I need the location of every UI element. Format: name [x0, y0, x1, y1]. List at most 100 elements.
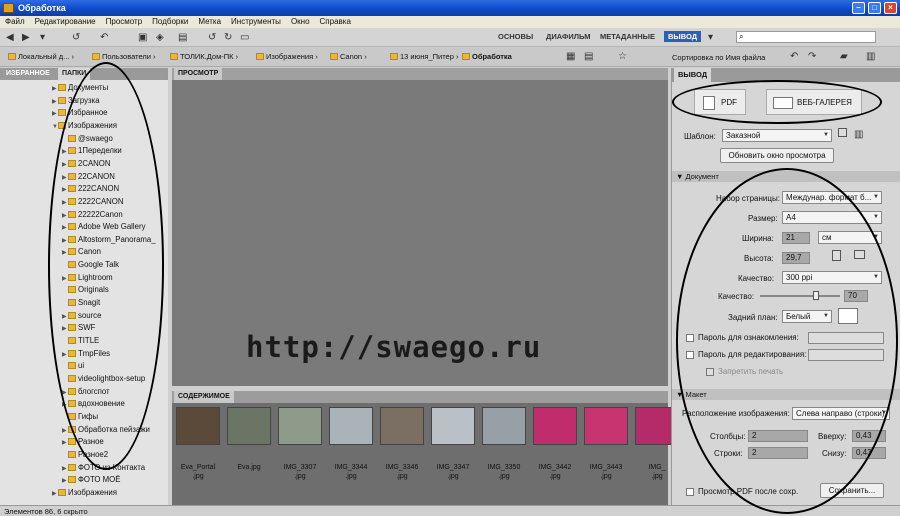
document-section[interactable]: ▼ Документ — [672, 171, 900, 182]
tree-item[interactable]: Snagit — [62, 297, 100, 309]
landscape-icon[interactable] — [854, 250, 865, 263]
tab-folders[interactable]: ПАПКИ — [58, 68, 91, 80]
tree-item[interactable]: Гифы — [62, 411, 98, 423]
menu-item-5[interactable]: Инструменты — [226, 16, 286, 28]
tree-item[interactable]: ▶ 222CANON — [62, 183, 119, 195]
tree-item[interactable]: ▶ 2222CANON — [62, 196, 124, 208]
tree-item[interactable]: ▶ ФОТО из Контакта — [62, 462, 145, 474]
menu-item-2[interactable]: Просмотр — [101, 16, 148, 28]
pdf-button[interactable]: PDF — [694, 89, 746, 115]
tree-item[interactable]: ▶ 22222Canon — [62, 209, 123, 221]
tree-item[interactable]: ▶ Избранное — [52, 107, 108, 119]
menu-item-3[interactable]: Подборки — [147, 16, 193, 28]
rows-input[interactable]: 2 — [748, 447, 808, 459]
recent-icon[interactable]: ↺ — [72, 31, 80, 44]
tab-favorites[interactable]: ИЗБРАННОЕ — [2, 68, 54, 80]
layout-section[interactable]: ▼ Макет — [672, 389, 900, 400]
thumbnail[interactable] — [584, 407, 628, 445]
open-icon[interactable]: ▤ — [178, 31, 187, 44]
portrait-icon[interactable] — [832, 250, 841, 263]
view-pdf-checkbox[interactable] — [686, 488, 694, 496]
rotate-left-icon[interactable]: ↺ — [208, 31, 216, 44]
rotate-right-icon[interactable]: ↻ — [224, 31, 232, 44]
view-icon[interactable]: ▤ — [584, 50, 593, 63]
new-folder-icon[interactable]: ▰ — [840, 50, 848, 63]
bottom-input[interactable]: 0,43 — [852, 447, 886, 459]
workspace-metadata[interactable]: МЕТАДАННЫЕ — [600, 32, 655, 41]
workspace-output[interactable]: ВЫВОД — [664, 31, 702, 42]
delete-icon[interactable]: ▥ — [866, 50, 875, 63]
size-select[interactable]: A4 — [782, 211, 882, 224]
close-button[interactable]: × — [884, 2, 897, 14]
tree-item[interactable]: ▶ source — [62, 310, 101, 322]
tree-item[interactable]: ▶ Altostorm_Panorama_ — [62, 234, 156, 246]
top-input[interactable]: 0,43 — [852, 430, 886, 442]
tree-item[interactable]: ▶ блогспот — [62, 386, 110, 398]
quality2-input[interactable]: 70 — [844, 290, 868, 302]
thumbnail[interactable] — [227, 407, 271, 445]
delete-template-icon[interactable]: ▥ — [854, 128, 863, 141]
tree-item[interactable]: ▶ Adobe Web Gallery — [62, 221, 145, 233]
tree-item[interactable]: Google Talk — [62, 259, 119, 271]
background-select[interactable]: Белый — [782, 310, 832, 323]
back-icon[interactable]: ◀ — [6, 31, 14, 44]
dropdown-icon[interactable]: ▾ — [40, 31, 45, 44]
page-setup-select[interactable]: Междунар. формат б... — [782, 191, 882, 204]
save-template-icon[interactable] — [838, 128, 847, 141]
web-gallery-button[interactable]: ВЕБ-ГАЛЕРЕЯ — [766, 89, 862, 115]
camera-icon[interactable]: ▣ — [138, 31, 147, 44]
tree-item[interactable]: ▶ Изображения — [52, 487, 117, 499]
star-icon[interactable]: ☆ — [618, 50, 627, 63]
thumbnail[interactable] — [482, 407, 526, 445]
forward-icon[interactable]: ▶ — [22, 31, 30, 44]
unit-select[interactable]: см — [818, 231, 882, 244]
refresh-preview-button[interactable]: Обновить окно просмотра — [720, 148, 834, 163]
new-doc-icon[interactable]: ▭ — [240, 31, 249, 44]
open-password-input[interactable] — [808, 332, 884, 344]
maximize-button[interactable]: □ — [868, 2, 881, 14]
quality-slider[interactable] — [760, 291, 840, 300]
tree-item[interactable]: ▶ 1Переделки — [62, 145, 122, 157]
menu-item-4[interactable]: Метка — [193, 16, 226, 28]
quality-icon[interactable]: ▦ — [566, 50, 575, 63]
minimize-button[interactable]: – — [852, 2, 865, 14]
height-input[interactable]: 29,7 — [782, 252, 810, 264]
tree-item[interactable]: ▶ Обработка пейзажи — [62, 424, 150, 436]
workspace-menu-icon[interactable]: ▾ — [708, 31, 713, 44]
tree-item[interactable]: ▶ вдохновение — [62, 398, 125, 410]
tree-item[interactable]: ▶ ФОТО МОЁ — [62, 474, 120, 486]
boomerang-icon[interactable]: ↶ — [100, 31, 108, 44]
tree-item[interactable]: ▶ Canon — [62, 246, 101, 258]
save-button[interactable]: Сохранить... — [820, 483, 884, 498]
breadcrumb-item[interactable]: Обработка — [462, 52, 512, 61]
tree-item[interactable]: ▶ 2CANON — [62, 158, 111, 170]
thumbnail[interactable] — [176, 407, 220, 445]
refine-icon[interactable]: ◈ — [156, 31, 164, 44]
thumbnail[interactable] — [380, 407, 424, 445]
tree-item[interactable]: @swaego — [62, 133, 113, 145]
tree-item[interactable]: videolightbox-setup — [62, 373, 145, 385]
template-select[interactable]: Заказной — [722, 129, 832, 142]
breadcrumb-item[interactable]: ТОЛИК.Дом-ПК › — [170, 52, 238, 61]
thumbnail[interactable] — [431, 407, 475, 445]
tree-item[interactable]: ▼ Изображения — [52, 120, 117, 132]
width-input[interactable]: 21 — [782, 232, 810, 244]
menu-item-0[interactable]: Файл — [0, 16, 30, 28]
tree-item[interactable]: Originals — [62, 284, 109, 296]
breadcrumb-item[interactable]: Пользователи › — [92, 52, 156, 61]
open-password-checkbox[interactable] — [686, 334, 694, 342]
undo-icon[interactable]: ↶ — [790, 50, 798, 63]
no-print-checkbox[interactable] — [706, 368, 714, 376]
columns-input[interactable]: 2 — [748, 430, 808, 442]
tree-item[interactable]: TITLE — [62, 335, 99, 347]
tree-item[interactable]: ▶ SWF — [62, 322, 95, 334]
tab-output[interactable]: ВЫВОД — [674, 68, 712, 82]
menu-item-6[interactable]: Окно — [286, 16, 315, 28]
tree-item[interactable]: ▶ 22CANON — [62, 171, 115, 183]
tree-item[interactable]: ▶ Lightroom — [62, 272, 113, 284]
workspace-filmstrip[interactable]: ДИАФИЛЬМ — [546, 32, 590, 41]
tree-item[interactable]: Разное2 — [62, 449, 108, 461]
background-color-swatch[interactable] — [838, 308, 858, 324]
tree-item[interactable]: ▶ TmpFiles — [62, 348, 110, 360]
menu-item-7[interactable]: Справка — [315, 16, 356, 28]
